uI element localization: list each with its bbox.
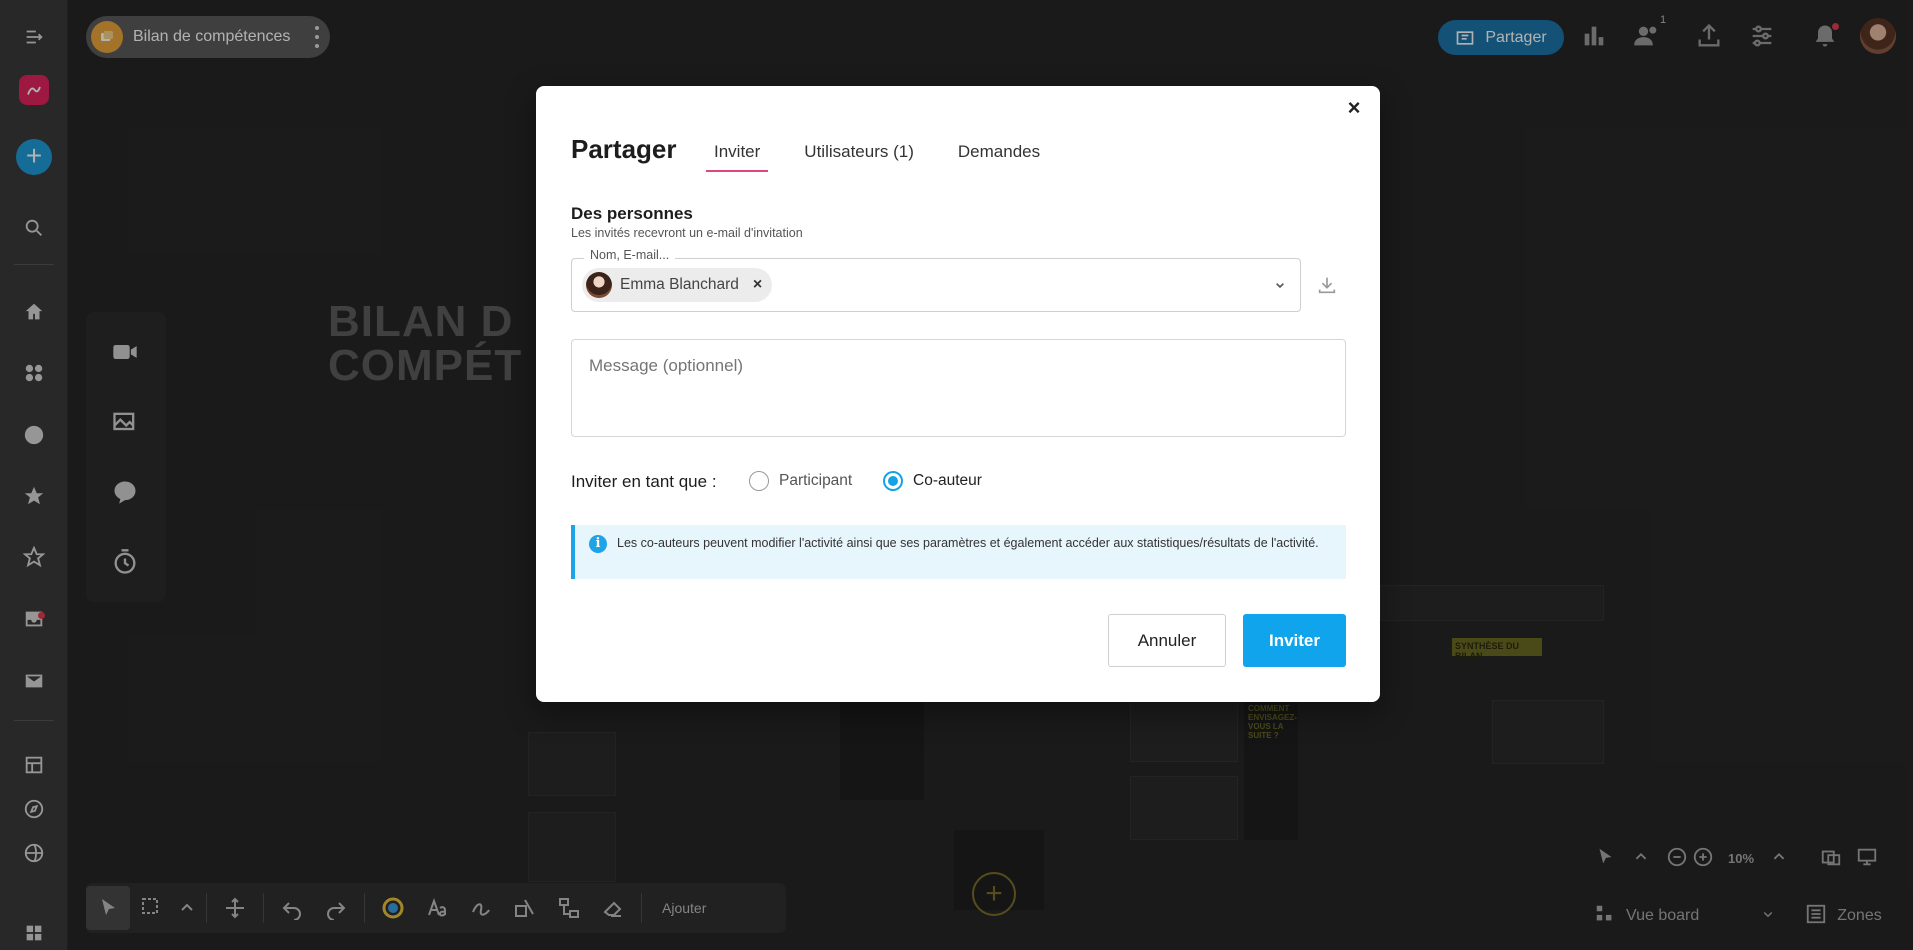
chevron-down-icon[interactable] [1272, 277, 1288, 293]
radio-coauthor[interactable]: Co-auteur [883, 471, 982, 491]
role-label: Inviter en tant que : [571, 472, 717, 491]
info-text: Les co-auteurs peuvent modifier l'activi… [617, 536, 1319, 550]
invitee-field-label: Nom, E-mail... [584, 248, 676, 262]
dialog-tabs: Inviter Utilisateurs (1) Demandes [706, 140, 1076, 172]
import-download-icon[interactable] [1316, 274, 1338, 296]
tab-invite[interactable]: Inviter [706, 140, 769, 172]
tab-requests[interactable]: Demandes [950, 140, 1048, 172]
invitee-input[interactable]: Nom, E-mail... Emma Blanchard × [571, 248, 1301, 312]
radio-participant[interactable]: Participant [749, 471, 852, 491]
dialog-title: Partager [571, 134, 677, 164]
user-chip-avatar [586, 272, 612, 298]
tab-users[interactable]: Utilisateurs (1) [796, 140, 922, 172]
selected-user-name: Emma Blanchard [620, 276, 739, 293]
share-dialog: × Partager Inviter Utilisateurs (1) Dema… [536, 86, 1380, 702]
info-icon: i [589, 535, 607, 553]
selected-user-chip: Emma Blanchard × [582, 268, 773, 302]
cancel-button[interactable]: Annuler [1108, 614, 1226, 667]
section-subtitle: Les invités recevront un e-mail d'invita… [571, 226, 803, 240]
message-input[interactable] [571, 339, 1346, 437]
section-title: Des personnes [571, 204, 693, 223]
remove-user-icon[interactable]: × [753, 276, 762, 294]
radio-coauthor-circle[interactable] [883, 471, 903, 491]
close-icon[interactable]: × [1342, 96, 1366, 120]
radio-coauthor-label: Co-auteur [913, 472, 982, 489]
radio-participant-label: Participant [779, 472, 853, 489]
info-message: i Les co-auteurs peuvent modifier l'acti… [571, 525, 1346, 579]
invite-button[interactable]: Inviter [1243, 614, 1346, 667]
radio-participant-circle[interactable] [749, 471, 769, 491]
